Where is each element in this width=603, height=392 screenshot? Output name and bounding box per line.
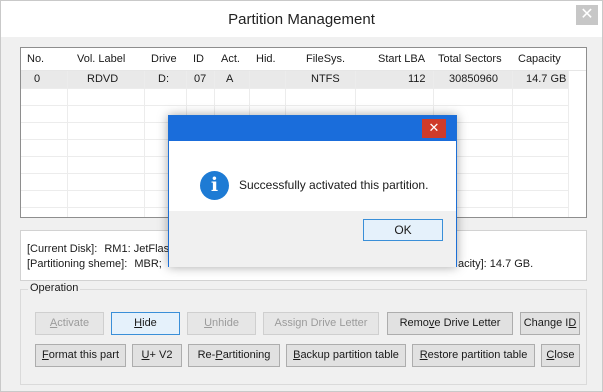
repartitioning-pre: Re- bbox=[197, 349, 216, 361]
success-dialog: ✕ i Successfully activated this partitio… bbox=[168, 115, 457, 267]
cell-act: A bbox=[226, 73, 234, 85]
unhide-label: nhide bbox=[212, 317, 239, 329]
grid-line bbox=[21, 105, 568, 106]
table-header: No. Vol. Label Drive ID Act. Hid. FileSy… bbox=[21, 48, 586, 71]
grid-line bbox=[144, 71, 145, 217]
operation-group: Operation Activate Hide Unhide Assign Dr… bbox=[20, 282, 587, 385]
change-id-accel: D bbox=[568, 317, 577, 329]
column-header-id[interactable]: ID bbox=[193, 51, 204, 68]
current-disk-label: [Current Disk]: bbox=[27, 243, 98, 255]
unhide-accel: U bbox=[204, 317, 213, 329]
hide-button[interactable]: Hide bbox=[111, 312, 180, 335]
restore-partition-table-button[interactable]: Restore partition table bbox=[412, 344, 535, 367]
ok-button[interactable]: OK bbox=[363, 219, 443, 241]
repartitioning-rest: artitioning bbox=[222, 349, 271, 361]
format-label: ormat this part bbox=[48, 349, 120, 361]
repartitioning-accel: P bbox=[215, 349, 223, 361]
column-header-hid[interactable]: Hid. bbox=[256, 51, 276, 68]
cell-no: 0 bbox=[34, 73, 41, 85]
cell-start-lba: 112 bbox=[408, 73, 426, 85]
cell-id: 07 bbox=[194, 73, 207, 85]
u-plus-v2-label: + V2 bbox=[149, 349, 173, 361]
column-header-start-lba[interactable]: Start LBA bbox=[378, 51, 425, 68]
cell-vol-label: RDVD bbox=[87, 73, 119, 85]
column-header-total-sectors[interactable]: Total Sectors bbox=[438, 51, 502, 68]
format-partition-button[interactable]: Format this part bbox=[35, 344, 126, 367]
current-disk-value: RM1: JetFlas bbox=[104, 243, 170, 255]
remove-drive-letter-pre: Remo bbox=[399, 317, 429, 329]
column-header-vol-label[interactable]: Vol. Label bbox=[77, 51, 125, 68]
format-accel: F bbox=[41, 349, 49, 361]
repartitioning-button[interactable]: Re-Partitioning bbox=[188, 344, 280, 367]
u-plus-v2-button[interactable]: U+ V2 bbox=[132, 344, 182, 367]
change-id-pre: Change I bbox=[523, 317, 569, 329]
restore-label: estore partition table bbox=[427, 349, 528, 361]
close-label: lose bbox=[554, 349, 575, 361]
remove-drive-letter-rest: e Drive Letter bbox=[434, 317, 501, 329]
capacity-text: acity]: 14.7 GB. bbox=[458, 258, 534, 270]
grid-line bbox=[67, 71, 68, 217]
close-button[interactable]: Close bbox=[541, 344, 580, 367]
activate-label: ctivate bbox=[57, 317, 90, 329]
operation-legend: Operation bbox=[28, 282, 81, 294]
backup-label: ackup partition table bbox=[300, 349, 399, 361]
remove-drive-letter-button[interactable]: Remove Drive Letter bbox=[387, 312, 513, 335]
current-disk-line: [Current Disk]: RM1: JetFlas bbox=[27, 243, 169, 255]
column-header-no[interactable]: No. bbox=[27, 51, 44, 68]
assign-drive-letter-button[interactable]: Assign Drive Letter bbox=[263, 312, 379, 335]
dialog-close-button[interactable]: ✕ bbox=[422, 119, 446, 138]
assign-drive-letter-label: Assign Drive Letter bbox=[274, 317, 368, 329]
information-icon: i bbox=[200, 171, 229, 200]
column-header-drive[interactable]: Drive bbox=[151, 51, 177, 68]
cell-capacity: 14.7 GB bbox=[526, 73, 567, 85]
hide-accel: H bbox=[134, 317, 143, 329]
column-header-filesys[interactable]: FileSys. bbox=[306, 51, 345, 68]
activate-button[interactable]: Activate bbox=[35, 312, 104, 335]
partitioning-scheme-value: MBR; bbox=[134, 258, 162, 270]
partitioning-scheme-label: [Partitioning sheme]: bbox=[27, 258, 128, 270]
cell-drive: D: bbox=[158, 73, 169, 85]
grid-line bbox=[512, 71, 513, 217]
partitioning-scheme-line: [Partitioning sheme]: MBR; bbox=[27, 258, 162, 270]
cell-total-sectors: 30850960 bbox=[449, 73, 498, 85]
window-close-button[interactable]: ✕ bbox=[576, 5, 598, 25]
window-title: Partition Management bbox=[228, 11, 375, 28]
cell-filesys: NTFS bbox=[311, 73, 340, 85]
restore-accel: R bbox=[419, 349, 428, 361]
dialog-body: i Successfully activated this partition. bbox=[169, 141, 456, 211]
column-header-capacity[interactable]: Capacity bbox=[518, 51, 561, 68]
table-row[interactable]: 0 RDVD D: 07 A NTFS 112 30850960 14.7 GB bbox=[21, 71, 568, 88]
u-plus-v2-accel: U bbox=[141, 349, 150, 361]
change-id-button[interactable]: Change ID bbox=[520, 312, 580, 335]
dialog-footer: OK bbox=[169, 211, 456, 267]
dialog-message: Successfully activated this partition. bbox=[239, 178, 429, 192]
dialog-titlebar: ✕ bbox=[169, 116, 456, 141]
window-titlebar: Partition Management ✕ bbox=[1, 1, 602, 37]
column-header-act[interactable]: Act. bbox=[221, 51, 240, 68]
grid-line bbox=[21, 88, 568, 89]
grid-line bbox=[568, 71, 569, 217]
unhide-button[interactable]: Unhide bbox=[187, 312, 256, 335]
backup-partition-table-button[interactable]: Backup partition table bbox=[286, 344, 406, 367]
hide-label: ide bbox=[142, 317, 157, 329]
